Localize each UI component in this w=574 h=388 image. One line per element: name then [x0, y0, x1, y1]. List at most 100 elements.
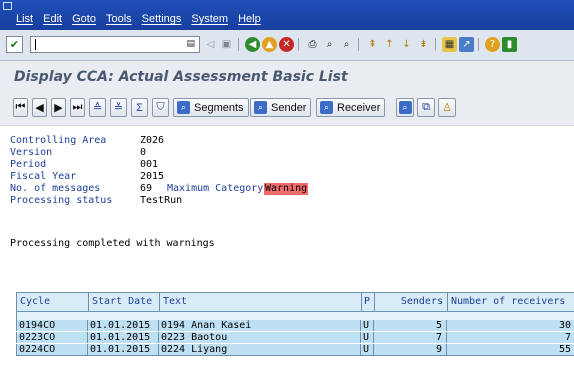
segments-button[interactable]: ⌕ Segments — [173, 98, 249, 117]
max-category-badge: Warning — [264, 183, 309, 195]
next-page-icon[interactable]: ↓ — [399, 37, 414, 52]
cell-cycle: 0194CO — [17, 320, 88, 331]
magnifier-icon: ⌕ — [398, 101, 412, 114]
table-header: Cycle Start Date Text P Senders Number o… — [16, 292, 574, 312]
processing-result-text: Processing completed with warnings — [10, 238, 215, 249]
save-icon[interactable]: ▣ — [219, 37, 234, 52]
cell-text: 0224 Liyang — [159, 344, 361, 355]
toolbar-separator — [298, 38, 299, 51]
new-session-icon[interactable]: ▦ — [442, 37, 457, 52]
previous-entry-button[interactable]: ◀ — [32, 98, 47, 117]
back-icon[interactable]: ◀ — [245, 37, 260, 52]
sort-ascending-button[interactable]: ≙ — [89, 98, 106, 117]
processing-status-label: Processing status — [10, 195, 113, 206]
shortcut-icon[interactable]: ↗ — [459, 37, 474, 52]
find-next-icon[interactable]: ⌕ — [339, 37, 354, 52]
table-row[interactable]: 0224CO 01.01.2015 0224 Liyang U 9 55 — [16, 344, 574, 355]
layout-icon[interactable]: ▮ — [502, 37, 517, 52]
max-category-label: Maximum Category — [167, 183, 264, 194]
find-icon[interactable]: ⌕ — [322, 37, 337, 52]
cell-start-date: 01.01.2015 — [88, 320, 159, 331]
cell-senders: 7 — [374, 332, 447, 343]
text-cursor — [35, 39, 36, 50]
toolbar-separator — [238, 38, 239, 51]
magnifier-icon: ⌕ — [320, 101, 333, 114]
cell-start-date: 01.01.2015 — [88, 344, 159, 355]
cell-start-date: 01.01.2015 — [88, 332, 159, 343]
sort-descending-button[interactable]: ≚ — [110, 98, 127, 117]
table-spacer — [16, 312, 574, 320]
menu-settings[interactable]: Settings — [137, 13, 187, 25]
controlling-area-label: Controlling Area — [10, 135, 107, 146]
toolbar-separator — [435, 38, 436, 51]
first-page-icon[interactable]: ⇞ — [365, 37, 380, 52]
title-bar: Display CCA: Actual Assessment Basic Lis… — [0, 61, 574, 91]
column-header-receivers[interactable]: Number of receivers — [448, 293, 574, 311]
next-entry-button[interactable]: ▶ — [51, 98, 66, 117]
magnifier-icon: ⌕ — [254, 101, 267, 114]
column-header-cycle[interactable]: Cycle — [17, 293, 89, 311]
command-input[interactable] — [31, 37, 185, 52]
menu-system[interactable]: System — [186, 13, 233, 25]
print-icon[interactable]: ⎙ — [305, 37, 320, 52]
system-menu-icon[interactable] — [3, 2, 12, 10]
cell-receivers: 30 — [558, 320, 571, 331]
user-button[interactable]: ♙ — [438, 98, 456, 117]
fiscal-year-label: Fiscal Year — [10, 171, 77, 182]
cell-receivers: 7 — [564, 332, 571, 343]
column-header-text[interactable]: Text — [160, 293, 362, 311]
list-content: Controlling Area Z026 Version 0 Period 001 … — [0, 126, 574, 388]
segments-button-label: Segments — [194, 101, 244, 114]
cell-p: U — [361, 344, 374, 355]
period-value: 001 — [140, 159, 159, 170]
cell-cycle: 0223CO — [17, 332, 88, 343]
cell-p: U — [361, 332, 374, 343]
menu-goto[interactable]: Goto — [67, 13, 101, 25]
cell-senders: 5 — [374, 320, 447, 331]
menu-tools[interactable]: Tools — [101, 13, 137, 25]
column-header-senders[interactable]: Senders — [375, 293, 448, 311]
fiscal-year-value: 2015 — [140, 171, 165, 182]
menu-edit[interactable]: Edit — [38, 13, 67, 25]
sender-button[interactable]: ⌕ Sender — [250, 98, 312, 117]
total-button[interactable]: Σ — [131, 98, 148, 117]
magnifier-icon: ⌕ — [177, 101, 190, 114]
messages-value: 69 — [140, 183, 153, 194]
table-row[interactable]: 0223CO 01.01.2015 0223 Baotou U 7 7 — [16, 332, 574, 343]
cell-p: U — [361, 320, 374, 331]
application-toolbar: ⏮ ◀ ▶ ⏭ ≙ ≚ Σ ⛉ ⌕ Segments ⌕ Sender ⌕ Re… — [0, 91, 574, 126]
standard-toolbar: ✔ ▤ ◁ ▣ ◀ ▲ ✕ ⎙ ⌕ ⌕ ⇞ ↑ ↓ ⇟ ▦ ↗ ? ▮ — [0, 30, 574, 61]
table-row[interactable]: 0194CO 01.01.2015 0194 Anan Kasei U 5 30 — [16, 320, 574, 331]
cell-cycle: 0224CO — [17, 344, 88, 355]
menu-list[interactable]: List — [11, 13, 38, 25]
cancel-icon[interactable]: ✕ — [279, 37, 294, 52]
exit-icon[interactable]: ▲ — [262, 37, 277, 52]
previous-page-icon[interactable]: ↑ — [382, 37, 397, 52]
filter-button[interactable]: ⛉ — [152, 98, 169, 117]
history-icon[interactable]: ▤ — [186, 39, 195, 49]
menu-help[interactable]: Help — [233, 13, 266, 25]
detail-search-button[interactable]: ⌕ — [396, 98, 414, 117]
toolbar-separator — [478, 38, 479, 51]
enter-button[interactable]: ✔ — [6, 36, 23, 53]
command-field[interactable]: ▤ — [30, 36, 200, 53]
help-icon[interactable]: ? — [485, 37, 500, 52]
last-page-icon[interactable]: ⇟ — [416, 37, 431, 52]
header-block: Controlling Area Z026 Version 0 Period 001 … — [10, 135, 309, 207]
table-bottom-border — [16, 355, 574, 356]
collapse-left-icon[interactable]: ◁ — [203, 37, 218, 52]
version-label: Version — [10, 147, 53, 158]
last-entry-button[interactable]: ⏭ — [70, 98, 85, 117]
toolbar-separator — [358, 38, 359, 51]
messages-label: No. of messages — [10, 183, 101, 194]
page-title: Display CCA: Actual Assessment Basic Lis… — [14, 69, 348, 85]
copy-button[interactable]: ⧉ — [417, 98, 435, 117]
receiver-button[interactable]: ⌕ Receiver — [316, 98, 386, 117]
cell-receivers: 55 — [558, 344, 571, 355]
processing-status-value: TestRun — [140, 195, 183, 206]
column-header-start-date[interactable]: Start Date — [89, 293, 160, 311]
receiver-button-label: Receiver — [337, 101, 381, 114]
first-entry-button[interactable]: ⏮ — [13, 98, 28, 117]
column-header-p[interactable]: P — [362, 293, 375, 311]
cell-text: 0194 Anan Kasei — [159, 320, 361, 331]
